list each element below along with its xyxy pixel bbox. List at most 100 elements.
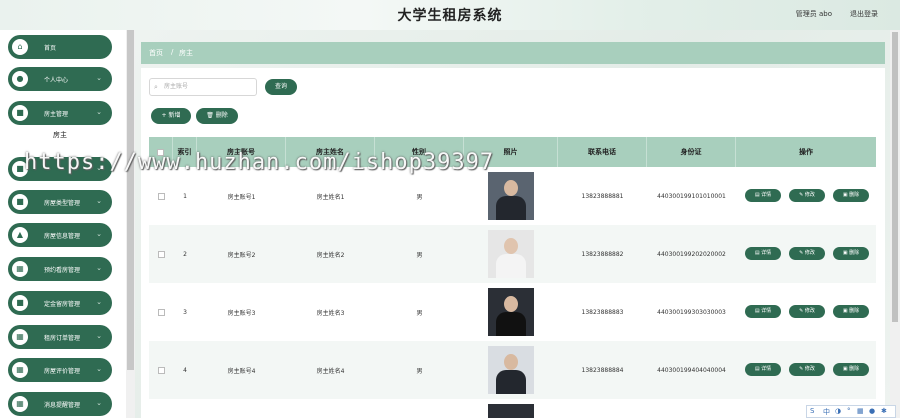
edit-button[interactable]: ✎ 修改 — [789, 247, 825, 260]
add-button[interactable]: + 新增 — [151, 108, 191, 124]
scrollbar-thumb[interactable] — [892, 32, 898, 322]
current-user: 管理员 abo — [795, 10, 832, 18]
sidebar-item-deposit[interactable]: ■ 定金留房管理 ⌄ — [8, 291, 112, 315]
cell-gender: 男 — [416, 193, 423, 201]
sidebar-item-house-type[interactable]: ■ 房屋类型管理 ⌄ — [8, 190, 112, 214]
cell-name: 房主姓名1 — [316, 193, 345, 201]
chevron-down-icon: ⌄ — [96, 264, 102, 272]
detail-label: 详情 — [761, 366, 772, 372]
edit-button[interactable]: ✎ 修改 — [789, 189, 825, 202]
app-title: 大学生租房系统 — [397, 8, 503, 24]
ime-mode-icon[interactable]: 中 — [823, 407, 830, 417]
sidebar: ⌂ 首页 ● 个人中心 ⌄ ■ 房主管理 ⌄ 房主 ■ ⌄ ■ 房屋类型管理 ⌄… — [0, 30, 126, 418]
delete-button[interactable]: ▣ 删除 — [833, 247, 869, 260]
chevron-down-icon: ⌄ — [96, 399, 102, 407]
delete-label: 删除 — [849, 366, 860, 372]
sidebar-item-label: 房主管理 — [44, 111, 69, 118]
sidebar-item-orders[interactable]: ▦ 租房订单管理 ⌄ — [8, 325, 112, 349]
search-input[interactable]: ⌕ 房主账号 — [149, 78, 257, 96]
sidebar-item-viewing[interactable]: ▦ 预约看房管理 ⌄ — [8, 257, 112, 281]
sidebar-item-personal-center[interactable]: ● 个人中心 ⌄ — [8, 67, 112, 91]
submenu-landlord[interactable]: 房主 — [8, 127, 112, 143]
cell-name: 房主姓名4 — [316, 367, 345, 375]
tools-icon[interactable]: ✱ — [881, 407, 887, 415]
search-button[interactable]: 查询 — [265, 79, 297, 95]
scrollbar-thumb[interactable] — [127, 30, 134, 370]
detail-button[interactable]: ▤ 详情 — [745, 305, 781, 318]
delete-button[interactable]: ▣ 删除 — [833, 189, 869, 202]
row-checkbox[interactable] — [157, 366, 165, 374]
chevron-down-icon: ⌄ — [96, 365, 102, 373]
row-select-cell[interactable] — [149, 167, 173, 225]
cell-photo — [464, 341, 558, 399]
landlord-photo — [488, 172, 534, 220]
sidebar-item-home[interactable]: ⌂ 首页 — [8, 35, 112, 59]
cell-phone: 13823888882 — [581, 250, 624, 258]
edit-button[interactable]: ✎ 修改 — [789, 305, 825, 318]
detail-label: 详情 — [761, 308, 772, 314]
row-select-cell[interactable] — [149, 341, 173, 399]
th-actions: 操作 — [799, 148, 813, 156]
cell-phone: 13823888881 — [581, 192, 624, 200]
cell-index: 3 — [183, 308, 187, 316]
sidebar-item-label: 房屋类型管理 — [44, 200, 81, 207]
edit-label: 修改 — [804, 192, 815, 198]
delete-button[interactable]: ▣ 删除 — [833, 363, 869, 376]
row-checkbox[interactable] — [157, 192, 165, 200]
grid-icon: ▦ — [12, 396, 28, 412]
punctuation-icon[interactable]: ° — [847, 407, 851, 415]
sidebar-item-landlord[interactable]: ■ 房主管理 ⌄ — [8, 101, 112, 125]
breadcrumb: 首页 / 房主 — [141, 42, 885, 64]
home-icon: ⌂ — [12, 39, 28, 55]
chevron-down-icon: ⌄ — [96, 298, 102, 306]
detail-button[interactable]: ▤ 详情 — [745, 247, 781, 260]
sidebar-scrollbar[interactable] — [126, 30, 135, 418]
batch-delete-label: 删除 — [215, 112, 228, 119]
th-phone[interactable]: 联系电话 — [558, 137, 647, 167]
cell-index: 2 — [183, 250, 187, 258]
search-icon: ⌕ — [154, 83, 158, 91]
delete-button[interactable]: ▣ 删除 — [833, 305, 869, 318]
user-icon: ● — [12, 71, 28, 87]
logout-link[interactable]: 退出登录 — [850, 9, 878, 19]
grid-icon: ▦ — [12, 329, 28, 345]
cell-phone: 13823888884 — [581, 366, 624, 374]
cell-phone: 13823888883 — [581, 308, 624, 316]
landlord-photo — [488, 404, 534, 418]
chevron-down-icon: ⌄ — [96, 197, 102, 205]
cell-account: 房主账号2 — [227, 251, 256, 259]
cell-id-card: 440300199101010001 — [657, 192, 726, 200]
breadcrumb-home[interactable]: 首页 — [149, 48, 163, 58]
sidebar-item-reviews[interactable]: ▦ 房屋评价管理 ⌄ — [8, 358, 112, 382]
user-icon[interactable]: ● — [869, 407, 875, 415]
keyboard-icon[interactable]: ▦ — [857, 407, 864, 415]
row-select-cell[interactable] — [149, 225, 173, 283]
th-id-card[interactable]: 身份证 — [647, 137, 736, 167]
ime-logo-icon: S — [810, 407, 815, 415]
breadcrumb-separator: / — [171, 48, 174, 56]
row-checkbox[interactable] — [157, 308, 165, 316]
cell-gender: 男 — [416, 367, 423, 375]
ime-toolbar[interactable]: S 中 ◑ ° ▦ ● ✱ — [806, 405, 896, 418]
list-icon: ■ — [12, 194, 28, 210]
sidebar-item-label: 个人中心 — [44, 77, 69, 84]
batch-delete-button[interactable]: 🗑 删除 — [196, 108, 238, 124]
search-placeholder: 房主账号 — [164, 83, 189, 90]
row-checkbox[interactable] — [157, 250, 165, 258]
chevron-down-icon: ⌄ — [96, 74, 102, 82]
detail-button[interactable]: ▤ 详情 — [745, 189, 781, 202]
sidebar-item-house-info[interactable]: ▲ 房屋信息管理 ⌄ — [8, 223, 112, 247]
row-select-cell[interactable] — [149, 283, 173, 341]
sidebar-item-messages[interactable]: ▦ 消息提醒管理 ⌄ — [8, 392, 112, 416]
main-scrollbar[interactable] — [890, 30, 900, 418]
cell-name: 房主姓名2 — [316, 251, 345, 259]
table-row: 1 房主账号1 房主姓名1 男 13823888881 440300199101… — [149, 167, 876, 225]
delete-label: 删除 — [849, 192, 860, 198]
table-row: 2 房主账号2 房主姓名2 男 13823888882 440300199202… — [149, 225, 876, 283]
cell-index: 4 — [183, 366, 187, 374]
detail-button[interactable]: ▤ 详情 — [745, 363, 781, 376]
moon-icon[interactable]: ◑ — [835, 407, 841, 415]
edit-button[interactable]: ✎ 修改 — [789, 363, 825, 376]
sidebar-item-label: 首页 — [44, 45, 57, 52]
cell-name: 房主姓名3 — [316, 309, 345, 317]
